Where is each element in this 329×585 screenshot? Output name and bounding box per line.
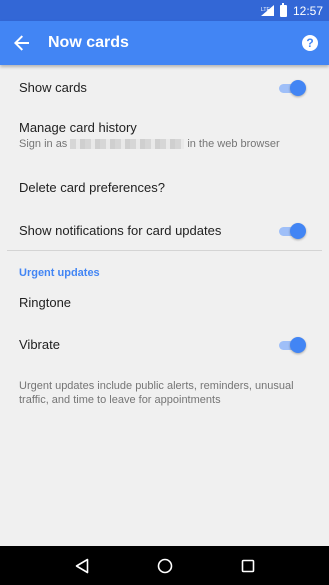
status-bar: LTE 12:57 (0, 0, 329, 21)
back-button[interactable] (0, 21, 44, 65)
system-nav-bar (0, 546, 329, 585)
circle-home-icon (157, 558, 172, 573)
card-notifications-toggle[interactable] (277, 222, 307, 239)
triangle-back-icon (75, 558, 88, 573)
summary-prefix: Sign in as (19, 138, 68, 150)
nav-recents-button[interactable] (238, 556, 258, 576)
vibrate-label: Vibrate (19, 337, 60, 352)
nav-back-button[interactable] (72, 556, 92, 576)
help-button[interactable]: ? (302, 35, 318, 51)
ringtone-label: Ringtone (19, 294, 72, 310)
battery-icon (279, 2, 287, 17)
manage-card-history-summary: Sign in as in the web browser (19, 138, 307, 150)
nav-home-button[interactable] (155, 556, 175, 576)
show-cards-setting[interactable]: Show cards (0, 75, 329, 100)
square-recents-icon (241, 559, 254, 572)
card-notifications-setting[interactable]: Show notifications for card updates (0, 218, 329, 243)
manage-card-history-setting[interactable]: Manage card history Sign in as in the we… (0, 120, 329, 156)
summary-suffix: in the web browser (187, 138, 280, 150)
ringtone-setting[interactable]: Ringtone (0, 291, 329, 313)
app-bar: Now cards ? (0, 21, 329, 65)
show-cards-label: Show cards (19, 80, 87, 95)
card-notifications-label: Show notifications for card updates (19, 223, 222, 238)
toggle-thumb (290, 222, 306, 239)
delete-card-preferences-setting[interactable]: Delete card preferences? (0, 176, 329, 198)
urgent-updates-footnote: Urgent updates include public alerts, re… (19, 380, 294, 406)
arrow-back-icon (14, 35, 29, 51)
toggle-thumb (290, 79, 306, 96)
help-icon: ? (306, 36, 314, 50)
redacted-account (70, 139, 185, 149)
toggle-thumb (290, 336, 306, 353)
vibrate-setting[interactable]: Vibrate (0, 332, 329, 357)
delete-card-preferences-label: Delete card preferences? (19, 179, 165, 195)
signal-icon: LTE (260, 5, 274, 16)
status-time: 12:57 (292, 3, 323, 18)
svg-text:LTE: LTE (261, 7, 270, 13)
page-title: Now cards (48, 34, 129, 51)
manage-card-history-label: Manage card history (19, 120, 137, 135)
section-divider (7, 250, 322, 251)
urgent-updates-header: Urgent updates (19, 267, 100, 279)
show-cards-toggle[interactable] (277, 79, 307, 96)
vibrate-toggle[interactable] (277, 336, 307, 353)
